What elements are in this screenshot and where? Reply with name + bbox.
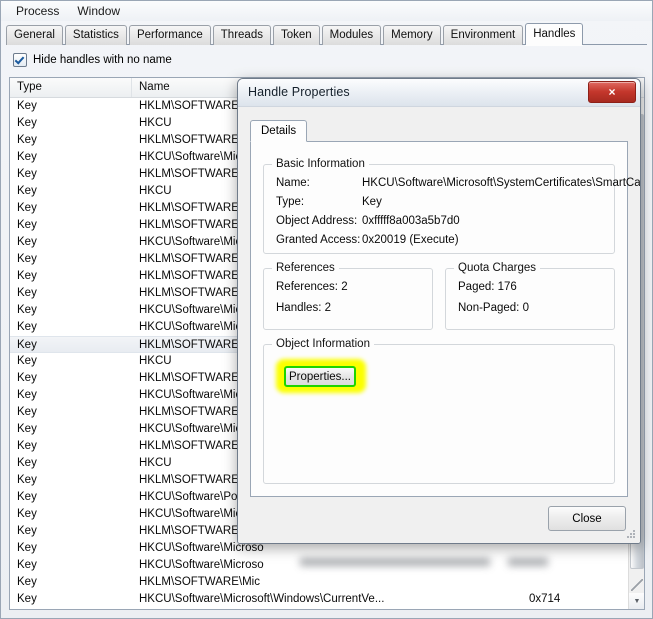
menu-bar: Process Window <box>1 1 652 21</box>
tab-memory[interactable]: Memory <box>383 25 441 45</box>
cell-type: Key <box>17 474 37 486</box>
cell-type: Key <box>17 559 37 571</box>
cell-handle <box>522 574 642 591</box>
menu-item-window[interactable]: Window <box>68 2 129 20</box>
tab-bar: General Statistics Performance Threads T… <box>6 23 647 45</box>
cell-type: Key <box>17 339 37 351</box>
cell-type: Key <box>17 270 37 282</box>
cell-type: Key <box>17 491 37 503</box>
references-title: References <box>272 262 339 274</box>
scroll-down-arrow-icon[interactable]: ▼ <box>629 593 644 609</box>
tab-token[interactable]: Token <box>272 25 320 45</box>
properties-button[interactable]: Properties... <box>284 366 356 387</box>
dialog-title: Handle Properties <box>248 85 350 99</box>
quota-charges-title: Quota Charges <box>454 262 540 274</box>
table-row[interactable]: KeyHKCU\Software\Microsoft\Windows\Curre… <box>10 591 644 608</box>
quota-paged: Paged: 176 <box>458 281 517 293</box>
tab-modules[interactable]: Modules <box>321 25 382 45</box>
cell-type: Key <box>17 321 37 333</box>
references-group: References References: 2 Handles: 2 <box>263 262 433 330</box>
field-name-label: Name: <box>276 177 310 189</box>
cell-type: Key <box>17 440 37 452</box>
handles-count: Handles: 2 <box>276 302 331 314</box>
cell-type: Key <box>17 542 37 554</box>
redaction-smudge-3 <box>300 558 490 566</box>
tab-threads[interactable]: Threads <box>212 25 271 45</box>
quota-non-paged: Non-Paged: 0 <box>458 302 529 314</box>
tab-handles[interactable]: Handles <box>525 23 584 45</box>
menu-item-process[interactable]: Process <box>7 2 68 20</box>
cell-type: Key <box>17 304 37 316</box>
basic-information-title: Basic Information <box>272 158 369 170</box>
cell-handle: 0x718 <box>522 608 642 609</box>
field-object-address-value: 0xfffff8a003a5b7d0 <box>362 215 460 227</box>
field-object-address: Object Address: 0xfffff8a003a5b7d0 <box>276 215 460 227</box>
handle-properties-dialog: Handle Properties × Details Basic Inform… <box>237 78 641 544</box>
tab-statistics[interactable]: Statistics <box>64 25 127 45</box>
object-information-group: Object Information Properties... <box>263 338 615 484</box>
field-type-label: Type: <box>276 196 305 208</box>
cell-type: Key <box>17 508 37 520</box>
cell-type: Key <box>17 236 37 248</box>
dialog-tab-bar: Details <box>250 120 628 142</box>
cell-name: HKCU\Software\Microsoft\Windows\CurrentV… <box>139 593 385 605</box>
cell-type: Key <box>17 117 37 129</box>
resize-grip-icon[interactable] <box>626 529 637 540</box>
cell-type: Key <box>17 202 37 214</box>
cell-type: Key <box>17 355 37 367</box>
basic-information-group: Basic Information Name: HKCU\Software\Mic… <box>263 158 640 254</box>
redaction-smudge-4 <box>508 558 548 566</box>
cell-type: Key <box>17 253 37 265</box>
cell-type: Key <box>17 525 37 537</box>
cell-type: Key <box>17 593 37 605</box>
cell-type: Key <box>17 423 37 435</box>
tab-environment[interactable]: Environment <box>442 25 524 45</box>
cell-type: Key <box>17 287 37 299</box>
cell-type: Key <box>10 608 132 609</box>
cell-type: Key <box>17 134 37 146</box>
checkbox-icon[interactable] <box>13 53 27 67</box>
details-tab-page: Basic Information Name: HKCU\Software\Mic… <box>250 141 640 497</box>
object-information-title: Object Information <box>272 338 374 350</box>
cell-type: Key <box>17 168 37 180</box>
quota-charges-group: Quota Charges Paged: 176 Non-Paged: 0 <box>445 262 615 330</box>
cell-type: Key <box>17 389 37 401</box>
table-row[interactable]: KeyHKCU\Software\Microsoft\Windows\Curre… <box>10 608 644 609</box>
hide-handles-checkbox-label: Hide handles with no name <box>33 54 172 66</box>
field-name-value: HKCU\Software\Microsoft\SystemCertificat… <box>362 177 641 189</box>
properties-button-highlight: Properties... <box>276 359 366 393</box>
cell-type: Key <box>17 457 37 469</box>
scrollbar-grip-icon <box>631 579 643 591</box>
references-count: References: 2 <box>276 281 348 293</box>
dialog-body: Details Basic Information Name: HKCU\Soft… <box>238 107 640 543</box>
field-granted-access: Granted Access: 0x20019 (Execute) <box>276 234 459 246</box>
field-name: Name: HKCU\Software\Microsoft\SystemCerti… <box>276 177 641 189</box>
hide-handles-checkbox-row[interactable]: Hide handles with no name <box>13 53 172 67</box>
cell-type: Key <box>17 151 37 163</box>
dialog-title-bar[interactable]: Handle Properties × <box>238 79 640 107</box>
cell-type: Key <box>17 185 37 197</box>
tab-performance[interactable]: Performance <box>128 25 211 45</box>
field-type: Type: Key <box>276 196 382 208</box>
cell-type: Key <box>17 372 37 384</box>
field-object-address-label: Object Address: <box>276 215 358 227</box>
cell-type: Key <box>17 576 37 588</box>
column-header-type[interactable]: Type <box>10 78 132 97</box>
tab-details[interactable]: Details <box>250 120 308 142</box>
close-icon[interactable]: × <box>588 81 636 103</box>
field-granted-access-label: Granted Access: <box>276 234 361 246</box>
field-type-value: Key <box>362 196 382 208</box>
screen: Process Window General Statistics Perfor… <box>0 0 653 619</box>
close-button[interactable]: Close <box>548 506 626 531</box>
cell-handle: 0x714 <box>529 593 561 605</box>
cell-name: HKCU\Software\Microsoft\Windows\CurrentV… <box>132 608 522 609</box>
cell-type: Key <box>17 406 37 418</box>
table-row[interactable]: Key HKLM\SOFTWARE\Mic <box>10 574 644 591</box>
cell-type: Key <box>17 100 37 112</box>
cell-name: HKLM\SOFTWARE\Mic <box>139 576 260 588</box>
cell-type: Key <box>17 219 37 231</box>
tab-general[interactable]: General <box>6 25 63 45</box>
field-granted-access-value: 0x20019 (Execute) <box>362 234 459 246</box>
